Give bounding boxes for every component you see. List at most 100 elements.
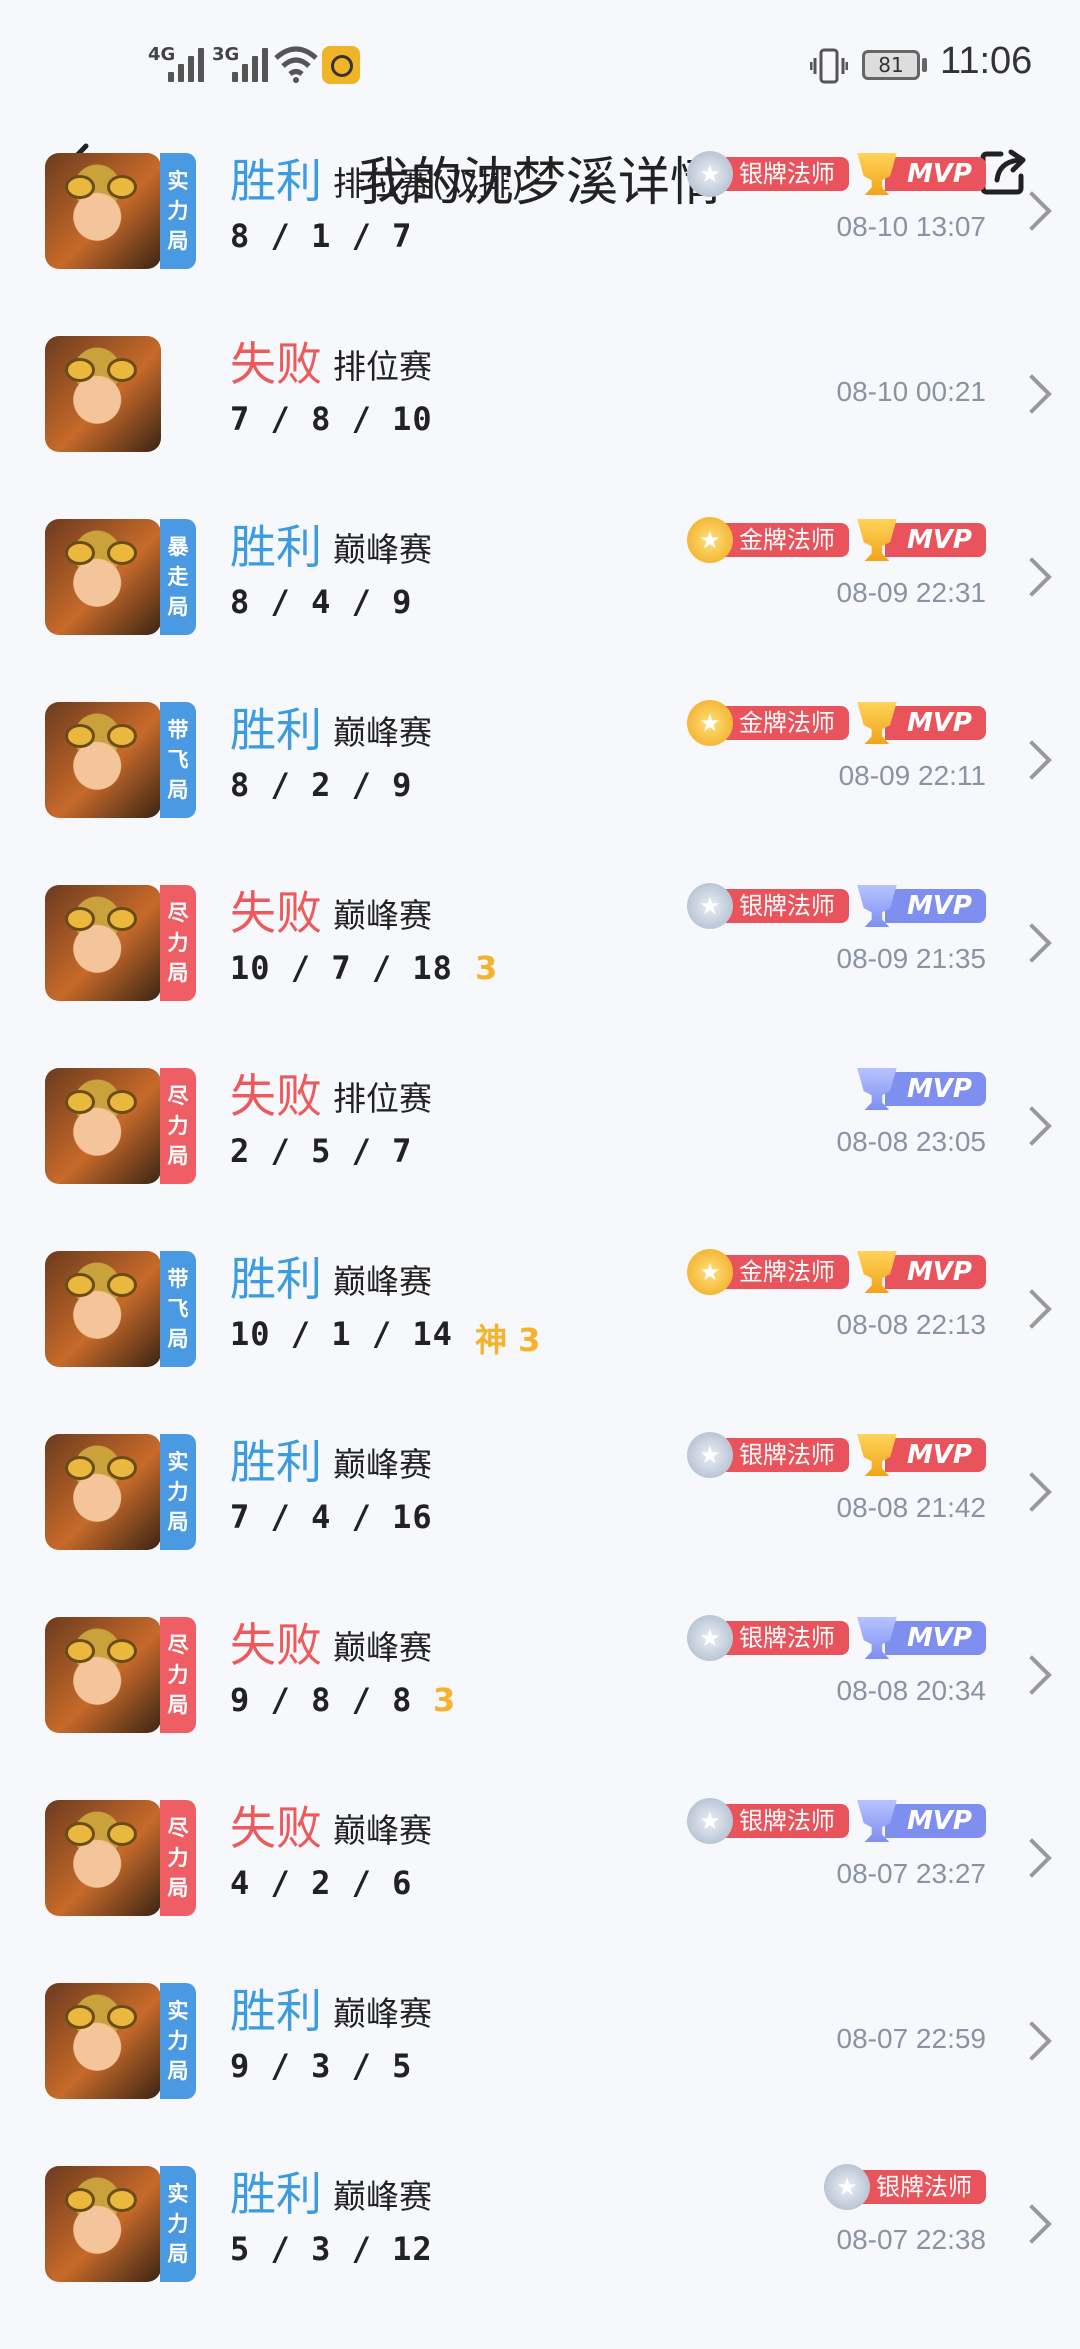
match-mode: 巅峰赛: [333, 1262, 432, 1301]
hero-avatar: [45, 885, 161, 1001]
match-rating-char: 实: [167, 1999, 189, 2023]
goggle-decoration: [107, 1822, 137, 1846]
mvp-label: MVP: [884, 157, 986, 191]
medal-star-icon: ★: [686, 700, 733, 746]
chevron-right-icon[interactable]: [1012, 1289, 1052, 1329]
hero-avatar: [45, 1068, 161, 1184]
kda-stats: 10 / 1 / 14: [230, 1315, 453, 1353]
goggle-decoration: [107, 1090, 137, 1114]
match-result: 胜利: [230, 1435, 322, 1489]
match-row[interactable]: 尽力局失败 巅峰赛 4 / 2 / 6 ★ 银牌法师 MVP 08-07 23:27: [0, 1798, 1080, 1983]
match-rating-char: 力: [167, 1480, 189, 1504]
match-rating-char: 尽: [167, 901, 189, 925]
medal-badge: ★ 银牌法师: [824, 2164, 986, 2210]
goggle-decoration: [65, 907, 95, 931]
match-result: 失败: [230, 1618, 322, 1672]
chevron-right-icon[interactable]: [1012, 191, 1052, 231]
match-row[interactable]: 暴走局胜利 巅峰赛 8 / 4 / 9 ★ 金牌法师 MVP 08-09 22:31: [0, 517, 1080, 702]
goggle-decoration: [65, 1639, 95, 1663]
medal-label: 银牌法师: [718, 157, 849, 191]
match-row[interactable]: 带飞局胜利 巅峰赛 8 / 2 / 9 ★ 金牌法师 MVP 08-09 22:11: [0, 700, 1080, 885]
match-time: 08-08 22:13: [836, 1309, 986, 1340]
goggle-decoration: [107, 175, 137, 199]
goggle-decoration: [107, 541, 137, 565]
chevron-right-icon[interactable]: [1012, 374, 1052, 414]
match-mode: 巅峰赛: [333, 530, 432, 569]
chevron-right-icon[interactable]: [1012, 1106, 1052, 1146]
match-rating-char: 尽: [167, 1084, 189, 1108]
match-mode: 排位赛: [333, 1079, 432, 1118]
goggle-decoration: [107, 1273, 137, 1297]
match-rating-char: 尽: [167, 1816, 189, 1840]
signal-strength-icon-2: [232, 46, 268, 82]
match-rating-char: 局: [167, 1693, 189, 1717]
kill-streak-badge: 3: [433, 1681, 456, 1719]
goggle-decoration: [65, 358, 95, 382]
match-rating-char: 实: [167, 1450, 189, 1474]
match-row[interactable]: 尽力局失败 排位赛 2 / 5 / 7 MVP 08-08 23:05: [0, 1068, 1080, 1251]
match-result: 胜利: [230, 1984, 322, 2038]
goggle-decoration: [65, 1273, 95, 1297]
kill-streak-badge: 3: [475, 949, 498, 987]
match-badges: ★ 银牌法师 MVP: [686, 1432, 986, 1478]
medal-label: 银牌法师: [718, 1438, 849, 1472]
chevron-right-icon[interactable]: [1012, 1655, 1052, 1695]
match-rating-char: 带: [167, 1267, 189, 1291]
mvp-label: MVP: [884, 706, 986, 740]
match-row[interactable]: 实力局胜利 排位赛(双排) 8 / 1 / 7 ★ 银牌法师 MVP 08-10 13:07: [0, 151, 1080, 336]
match-time: 08-09 21:35: [836, 943, 986, 974]
chevron-right-icon[interactable]: [1012, 2204, 1052, 2244]
match-row[interactable]: 实力局胜利 巅峰赛 7 / 4 / 16 ★ 银牌法师 MVP 08-08 21:42: [0, 1432, 1080, 1617]
match-rating-char: 力: [167, 1663, 189, 1687]
match-rating-char: 力: [167, 931, 189, 955]
medal-star-icon: ★: [686, 883, 733, 929]
match-badges: ★ 银牌法师: [824, 2164, 986, 2210]
match-row[interactable]: 实力局胜利 巅峰赛 9 / 3 / 5 08-07 22:59: [0, 1983, 1080, 2166]
medal-badge: ★ 银牌法师: [686, 151, 849, 197]
goggle-decoration: [65, 2188, 95, 2212]
medal-star-icon: ★: [686, 1798, 733, 1844]
match-row[interactable]: 带飞局胜利 巅峰赛 10 / 1 / 14 神 3 ★ 金牌法师 MVP 08-08 22:1…: [0, 1249, 1080, 1434]
match-rating-char: 局: [167, 1510, 189, 1534]
mvp-label: MVP: [884, 1438, 986, 1472]
match-rating-char: 飞: [167, 1297, 189, 1321]
match-badges: ★ 金牌法师 MVP: [686, 517, 986, 563]
chevron-right-icon[interactable]: [1012, 923, 1052, 963]
match-result: 失败: [230, 886, 322, 940]
chevron-right-icon[interactable]: [1012, 1838, 1052, 1878]
match-time: 08-09 22:31: [836, 577, 986, 608]
chevron-right-icon[interactable]: [1012, 557, 1052, 597]
chevron-right-icon[interactable]: [1012, 1472, 1052, 1512]
match-rating-tag: 尽力局: [160, 1617, 196, 1733]
mvp-label: MVP: [884, 1255, 986, 1289]
match-mode: 巅峰赛: [333, 896, 432, 935]
match-row[interactable]: 实力局胜利 巅峰赛 5 / 3 / 12 ★ 银牌法师 08-07 22:38: [0, 2164, 1080, 2349]
match-result: 失败: [230, 1801, 322, 1855]
match-row[interactable]: 尽力局失败 巅峰赛 10 / 7 / 18 3 ★ 银牌法师 MVP 08-09 21:35: [0, 883, 1080, 1068]
match-row[interactable]: 尽力局失败 巅峰赛 9 / 8 / 8 3 ★ 银牌法师 MVP 08-08 20:34: [0, 1615, 1080, 1800]
goggle-decoration: [107, 2188, 137, 2212]
match-result: 失败: [230, 1069, 322, 1123]
match-time: 08-08 21:42: [836, 1492, 986, 1523]
medal-star-icon: ★: [686, 1432, 733, 1478]
match-time: 08-07 23:27: [836, 1858, 986, 1889]
medal-label: 金牌法师: [718, 523, 849, 557]
battery-tip: [922, 58, 927, 72]
match-rating-char: 力: [167, 199, 189, 223]
mvp-badge: MVP: [855, 1800, 986, 1842]
hero-avatar: [45, 1617, 161, 1733]
goggle-decoration: [65, 1456, 95, 1480]
match-row[interactable]: 失败 排位赛 7 / 8 / 10 08-10 00:21: [0, 336, 1080, 519]
mvp-badge: MVP: [855, 153, 986, 195]
mvp-badge: MVP: [855, 1251, 986, 1293]
hero-avatar: [45, 1251, 161, 1367]
hero-avatar: [45, 702, 161, 818]
match-rating-char: 走: [167, 565, 189, 589]
kda-stats: 10 / 7 / 18: [230, 949, 453, 987]
match-result: 胜利: [230, 1252, 322, 1306]
wifi-icon: [274, 46, 318, 83]
chevron-right-icon[interactable]: [1012, 2021, 1052, 2061]
chevron-right-icon[interactable]: [1012, 740, 1052, 780]
kda-stats: 9 / 3 / 5: [230, 2047, 413, 2085]
goggle-decoration: [65, 1090, 95, 1114]
